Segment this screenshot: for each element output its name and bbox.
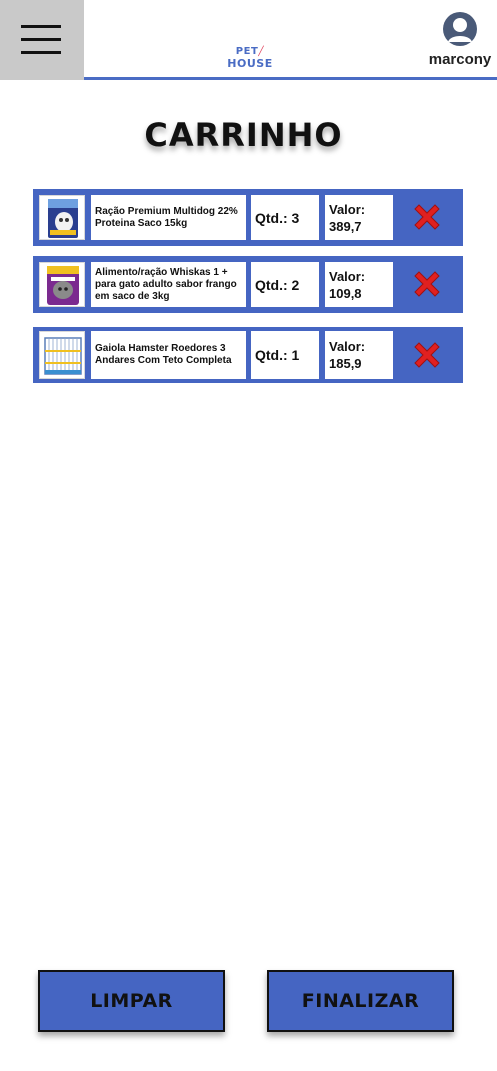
remove-item-button[interactable]	[410, 267, 444, 301]
value-amount: 389,7	[329, 218, 362, 234]
user-avatar-icon[interactable]	[442, 11, 478, 47]
value-label: Valor:	[329, 339, 366, 354]
item-value: Valor: 185,9	[325, 331, 393, 379]
remove-item-button[interactable]	[410, 200, 444, 234]
cart-item: Gaiola Hamster Roedores 3 Andares Com Te…	[33, 327, 463, 383]
cat-food-bag-icon	[39, 262, 85, 307]
red-x-icon	[414, 204, 440, 230]
finish-order-button[interactable]: FINALIZAR	[267, 970, 454, 1032]
cart-item: Ração Premium Multidog 22% Proteina Saco…	[33, 189, 463, 246]
remove-item-button[interactable]	[410, 338, 444, 372]
item-value: Valor: 389,7	[325, 195, 393, 240]
red-x-icon	[414, 271, 440, 297]
item-name: Alimento/ração Whiskas 1 + para gato adu…	[91, 262, 246, 307]
pet-house-logo[interactable]: PET╱ HOUSE	[226, 46, 274, 69]
logo-line2: HOUSE	[227, 57, 273, 70]
value-label: Valor:	[329, 201, 366, 217]
app-header: PET╱ HOUSE marcony	[0, 0, 497, 80]
value-label: Valor:	[329, 268, 366, 284]
item-quantity: Qtd.: 2	[251, 262, 319, 307]
item-quantity: Qtd.: 1	[251, 331, 319, 379]
bone-icon: ╱	[258, 47, 265, 57]
value-amount: 185,9	[329, 356, 362, 371]
hamster-cage-icon	[39, 331, 85, 379]
dog-food-bag-icon	[39, 195, 85, 240]
red-x-icon	[414, 342, 440, 368]
page-title: CARRINHO	[144, 116, 343, 154]
item-name: Ração Premium Multidog 22% Proteina Saco…	[91, 195, 246, 240]
clear-cart-button[interactable]: LIMPAR	[38, 970, 225, 1032]
cart-item: Alimento/ração Whiskas 1 + para gato adu…	[33, 256, 463, 313]
menu-button[interactable]	[0, 0, 84, 80]
item-name: Gaiola Hamster Roedores 3 Andares Com Te…	[91, 331, 246, 379]
item-quantity: Qtd.: 3	[251, 195, 319, 240]
logo-line1: PET	[235, 46, 259, 57]
value-amount: 109,8	[329, 285, 362, 301]
item-value: Valor: 109,8	[325, 262, 393, 307]
username-label[interactable]: marcony	[420, 51, 497, 68]
